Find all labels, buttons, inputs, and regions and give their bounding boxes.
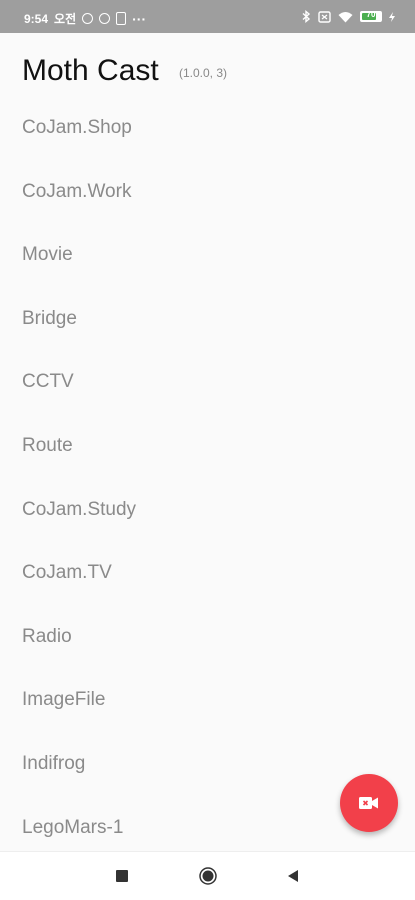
menu-item-cojam-tv[interactable]: CoJam.TV [0, 541, 415, 605]
app-version: (1.0.0, 3) [179, 66, 228, 80]
notification-icon [82, 13, 94, 24]
bluetooth-icon [302, 10, 311, 23]
battery-level-text: 70 [366, 10, 376, 19]
video-call-fab[interactable] [340, 774, 398, 832]
menu-item-imagefile[interactable]: ImageFile [0, 668, 415, 732]
status-time: 9:54 [24, 11, 49, 26]
menu-item-movie[interactable]: Movie [0, 223, 415, 287]
wifi-icon [338, 11, 353, 22]
menu-item-bridge[interactable]: Bridge [0, 287, 415, 351]
notification-icon-2 [99, 13, 111, 24]
status-right: 70 [302, 10, 395, 23]
square-icon [116, 870, 128, 882]
menu-list: CoJam.Shop CoJam.Work Movie Bridge CCTV … [0, 96, 415, 859]
back-button[interactable] [281, 864, 305, 888]
video-camera-icon [359, 797, 378, 809]
battery-icon: 70 [360, 10, 382, 22]
circle-icon [199, 867, 217, 885]
menu-item-cojam-study[interactable]: CoJam.Study [0, 478, 415, 542]
page-title: Moth Cast [22, 54, 159, 87]
more-notifications-icon: ··· [132, 10, 147, 27]
status-ampm: 오전 [54, 12, 77, 26]
status-left: 9:54 오전 ··· [24, 10, 146, 27]
menu-item-radio[interactable]: Radio [0, 605, 415, 669]
menu-item-cojam-work[interactable]: CoJam.Work [0, 160, 415, 224]
status-bar: 9:54 오전 ··· 70 [0, 0, 415, 33]
home-button[interactable] [196, 864, 220, 888]
menu-item-cojam-shop[interactable]: CoJam.Shop [0, 96, 415, 160]
app-screen: 9:54 오전 ··· 70 Moth Cast (1.0.0, 3) CoJa… [0, 0, 415, 900]
no-sim-icon [318, 10, 331, 23]
menu-item-cctv[interactable]: CCTV [0, 350, 415, 414]
sim-card-icon [116, 12, 127, 25]
triangle-back-icon [288, 870, 298, 882]
navigation-bar [0, 851, 415, 900]
menu-item-route[interactable]: Route [0, 414, 415, 478]
charging-icon [389, 11, 395, 22]
recents-button[interactable] [110, 864, 134, 888]
